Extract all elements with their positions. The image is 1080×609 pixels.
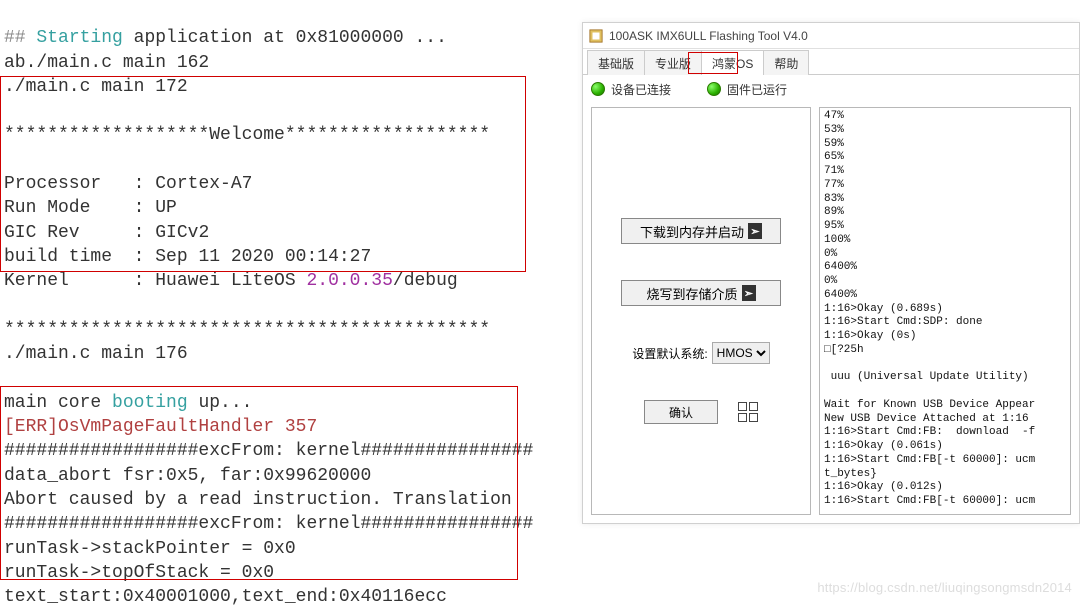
kernel-label: Kernel : <box>4 271 155 291</box>
watermark: https://blog.csdn.net/liuqingsongmsdn201… <box>817 580 1072 595</box>
status-running-label: 固件已运行 <box>727 81 787 98</box>
download-to-memory-button[interactable]: 下载到内存并启动 ➣ <box>621 218 781 244</box>
divider-stars: ****************************************… <box>4 320 490 340</box>
processor-label: Processor : <box>4 174 155 194</box>
tab-harmonyos[interactable]: 鸿蒙OS <box>701 50 764 75</box>
start-address: application at 0x81000000 ... <box>123 28 447 48</box>
welcome-header: *******************Welcome**************… <box>4 125 490 145</box>
titlebar: 100ASK IMX6ULL Flashing Tool V4.0 <box>583 23 1079 49</box>
default-system-select[interactable]: HMOS <box>712 342 770 364</box>
app-icon <box>589 29 603 43</box>
tab-help[interactable]: 帮助 <box>763 50 809 75</box>
terminal-output: ## Starting application at 0x81000000 ..… <box>0 0 580 600</box>
main-log-2: ./main.c main 172 <box>4 77 188 97</box>
status-connected-label: 设备已连接 <box>611 81 671 98</box>
excfrom-2: ##################excFrom: kernel#######… <box>4 514 533 534</box>
control-panel: 下载到内存并启动 ➣ 烧写到存储介质 ➣ 设置默认系统: HMOS 确认 <box>591 107 811 515</box>
kernel-name: Huawei LiteOS <box>155 271 306 291</box>
hash-prefix: ## <box>4 28 26 48</box>
burn-to-storage-button[interactable]: 烧写到存储介质 ➣ <box>621 280 781 306</box>
topofstack-line: runTask->topOfStack = 0x0 <box>4 563 274 583</box>
starting-keyword: Starting <box>36 28 122 48</box>
arrow-icon: ➣ <box>742 285 756 301</box>
runmode-label: Run Mode : <box>4 198 155 218</box>
data-abort-line: data_abort fsr:0x5, far:0x99620000 <box>4 466 371 486</box>
qr-icon[interactable] <box>738 402 758 422</box>
booting-keyword: booting <box>112 393 188 413</box>
arrow-icon: ➣ <box>748 223 762 239</box>
tab-basic[interactable]: 基础版 <box>587 50 645 75</box>
buildtime-value: Sep 11 2020 00:14:27 <box>155 247 371 267</box>
confirm-button[interactable]: 确认 <box>644 400 718 424</box>
led-running-icon <box>707 82 721 96</box>
gic-label: GIC Rev : <box>4 223 155 243</box>
tool-body: 下载到内存并启动 ➣ 烧写到存储介质 ➣ 设置默认系统: HMOS 确认 47%… <box>583 103 1079 521</box>
log-panel[interactable]: 47% 53% 59% 65% 71% 77% 83% 89% 95% 100%… <box>819 107 1071 515</box>
flashing-tool-window: 100ASK IMX6ULL Flashing Tool V4.0 基础版 专业… <box>582 22 1080 524</box>
status-running: 固件已运行 <box>707 81 787 98</box>
abort-cause-line: Abort caused by a read instruction. Tran… <box>4 490 512 510</box>
excfrom-1: ##################excFrom: kernel#######… <box>4 441 533 461</box>
status-bar: 设备已连接 固件已运行 <box>583 75 1079 103</box>
error-line: [ERR]OsVmPageFaultHandler 357 <box>4 417 317 437</box>
boot-suffix: up... <box>188 393 253 413</box>
stackpointer-line: runTask->stackPointer = 0x0 <box>4 539 296 559</box>
led-connected-icon <box>591 82 605 96</box>
processor-value: Cortex-A7 <box>155 174 252 194</box>
text-segment-line: text_start:0x40001000,text_end:0x40116ec… <box>4 587 447 607</box>
tab-bar: 基础版 专业版 鸿蒙OS 帮助 <box>583 49 1079 75</box>
buildtime-label: build time : <box>4 247 155 267</box>
burn-button-label: 烧写到存储介质 <box>646 284 737 303</box>
download-button-label: 下载到内存并启动 <box>640 222 744 241</box>
gic-value: GICv2 <box>155 223 209 243</box>
main-log-1: ab./main.c main 162 <box>4 53 209 73</box>
default-system-row: 设置默认系统: HMOS <box>632 342 769 364</box>
default-system-label: 设置默认系统: <box>632 345 707 362</box>
boot-prefix: main core <box>4 393 112 413</box>
status-connected: 设备已连接 <box>591 81 671 98</box>
kernel-debug: /debug <box>393 271 458 291</box>
runmode-value: UP <box>155 198 177 218</box>
main-log-3: ./main.c main 176 <box>4 344 188 364</box>
confirm-row: 确认 <box>644 400 758 424</box>
tab-pro[interactable]: 专业版 <box>644 50 702 75</box>
window-title: 100ASK IMX6ULL Flashing Tool V4.0 <box>609 29 808 43</box>
kernel-version: 2.0.0.35 <box>306 271 392 291</box>
